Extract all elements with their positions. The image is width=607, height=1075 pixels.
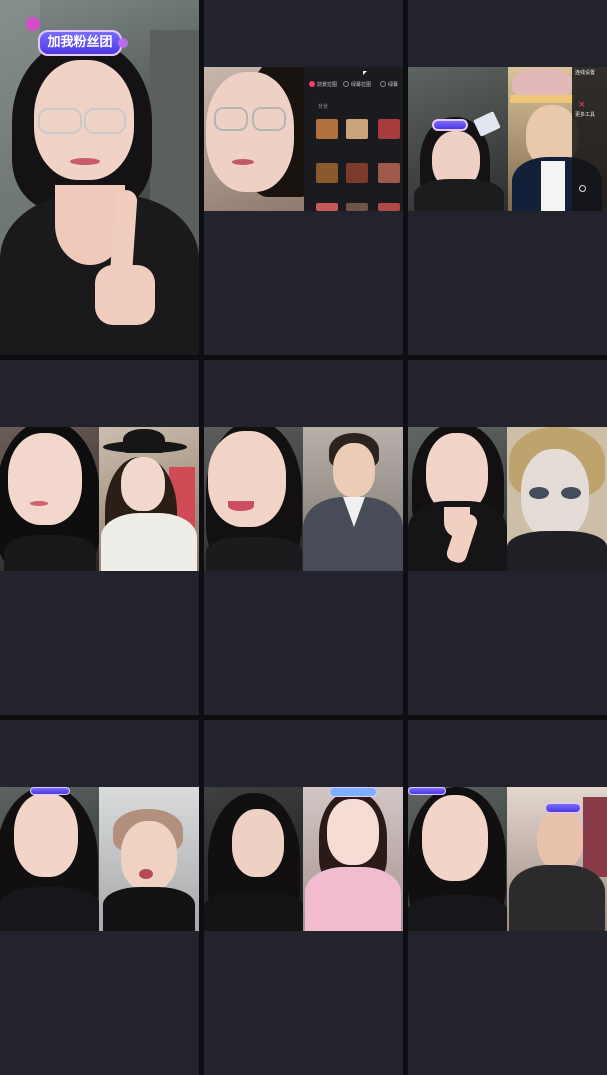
video-cell-guest-6[interactable] [408,360,607,715]
effect-thumb-5[interactable] [346,163,368,183]
guest-9-right-person [507,787,607,931]
guest-4-right-person [99,427,199,571]
video-cell-guest-2[interactable]: 前景拉图 绿幕拉图 绿幕 背景 [204,0,403,355]
guest-3-fan-badge [432,119,468,131]
video-cell-host[interactable]: 加我粉丝团 [0,0,199,355]
guest-6-right-person [507,427,607,571]
side-panel-label-1[interactable]: 连线设置 [575,69,595,76]
close-icon[interactable]: × [578,101,586,110]
live-grid: 加我粉丝团 前景拉图 绿幕拉图 绿幕 背景 连线设置 更多工具 × [0,0,607,1075]
effects-section-label: 背景 [318,104,329,110]
guest-4-video-feed [0,427,199,571]
guest-2-video-feed: 前景拉图 绿幕拉图 绿幕 背景 [204,67,403,211]
guest-5-left-person [204,427,303,571]
video-cell-guest-3[interactable]: 连线设置 更多工具 × [408,0,607,355]
guest-7-left-person [0,787,99,931]
guest-7-right-person [99,787,199,931]
effect-thumb-1[interactable] [316,119,338,139]
effect-thumb-2[interactable] [346,119,368,139]
guest-3-video-feed: 连线设置 更多工具 × [408,67,607,211]
video-cell-guest-4[interactable] [0,360,199,715]
effects-option-3-label[interactable]: 绿幕 [388,81,398,88]
fan-club-badge[interactable]: 加我粉丝团 [38,30,122,56]
guest-8-left-person [204,787,303,931]
badge-left-bubble-icon [26,17,40,31]
video-cell-guest-9[interactable] [408,720,607,1075]
settings-icon[interactable] [579,185,586,192]
video-cell-guest-5[interactable] [204,360,403,715]
effects-panel: 前景拉图 绿幕拉图 绿幕 背景 [304,67,403,211]
effect-thumb-8[interactable] [346,203,368,211]
effects-option-2-radio[interactable] [343,81,349,87]
guest-9-video-feed [408,787,607,931]
effect-thumb-9[interactable] [378,203,400,211]
effects-option-1-label[interactable]: 前景拉图 [317,81,337,88]
guest-9-left-person [408,787,507,931]
video-cell-guest-7[interactable] [0,720,199,1075]
guest-7-fan-badge [30,787,70,795]
guest-6-video-feed [408,427,607,571]
effect-thumb-7[interactable] [316,203,338,211]
guest-6-left-person [408,427,507,571]
guest-3-left-person [408,67,508,211]
effect-thumb-4[interactable] [316,163,338,183]
side-panel: 连线设置 更多工具 × [572,67,607,211]
effects-option-3-radio[interactable] [380,81,386,87]
guest-7-video-feed [0,787,199,931]
guest-4-left-person [0,427,100,571]
badge-right-bubble-icon [118,38,128,48]
guest-8-fan-badge [329,787,377,797]
side-panel-label-2[interactable]: 更多工具 [575,111,595,118]
fan-club-badge-text: 加我粉丝团 [47,35,113,50]
effects-option-2-label[interactable]: 绿幕拉图 [351,81,371,88]
guest-5-video-feed [204,427,403,571]
guest-8-video-feed [204,787,403,931]
guest-9-fan-badge [408,787,446,795]
guest-9-right-fan-badge [545,803,581,813]
effect-thumb-6[interactable] [378,163,400,183]
guest-5-right-person [303,427,403,571]
video-cell-guest-8[interactable] [204,720,403,1075]
guest-2-person [204,67,324,211]
effect-thumb-3[interactable] [378,119,400,139]
effects-option-1-radio[interactable] [309,81,315,87]
cursor-icon [363,71,367,75]
guest-8-right-person [303,787,403,931]
